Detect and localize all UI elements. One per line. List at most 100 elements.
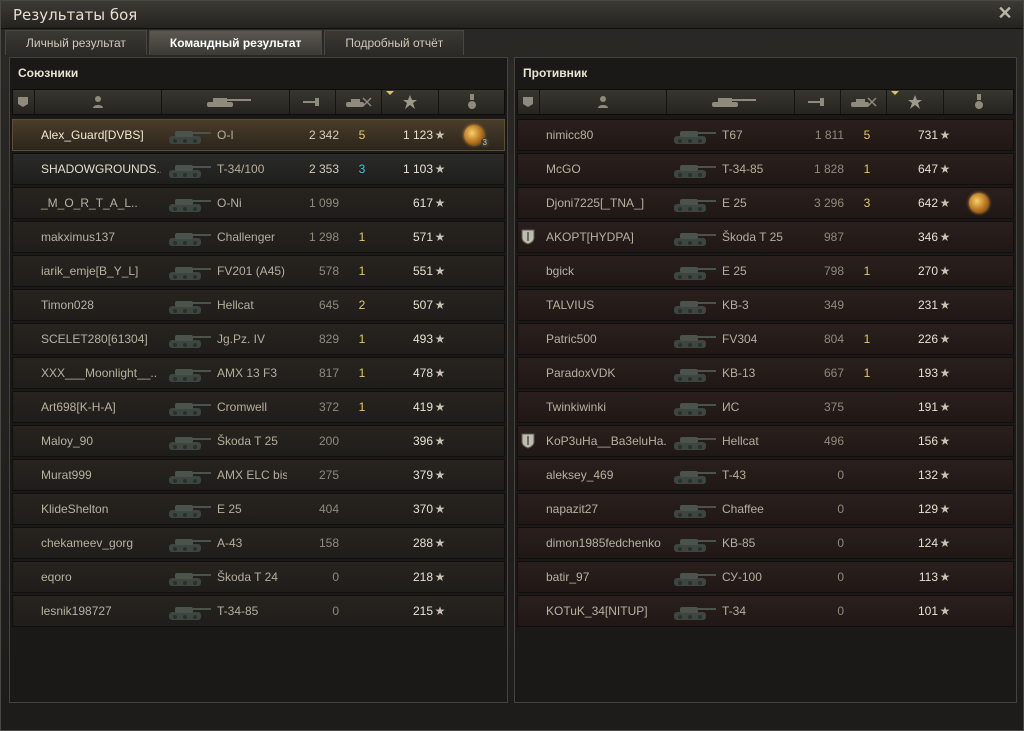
player-name[interactable]: Twinkiwinki: [538, 392, 666, 422]
player-row[interactable]: XXX___Moonlight__.. AMX 13 F3 817 1 478 ★: [12, 357, 505, 389]
medal-icon[interactable]: [439, 90, 504, 114]
player-row[interactable]: Alex_Guard[DVBS] O-I 2 342 5 1 123 ★ 3: [12, 119, 505, 151]
sort-arrow-icon: [385, 91, 394, 95]
player-row[interactable]: KoP3uHa__Ba3eluHa.. Hellcat 496 156 ★: [517, 425, 1014, 457]
player-name[interactable]: KlideShelton: [33, 494, 161, 524]
tank-icon[interactable]: [667, 90, 795, 114]
player-row[interactable]: chekameev_gorg A-43 158 288 ★: [12, 527, 505, 559]
player-name[interactable]: _M_O_R_T_A_L..: [33, 188, 161, 218]
player-name[interactable]: AKOPT[HYDPA]: [538, 222, 666, 252]
xp-value: 379: [412, 468, 433, 482]
player-row[interactable]: TALVIUS KB-3 349 231 ★: [517, 289, 1014, 321]
player-row[interactable]: McGO T-34-85 1 828 1 647 ★: [517, 153, 1014, 185]
player-name[interactable]: nimicc80: [538, 120, 666, 150]
player-name[interactable]: ParadoxVDK: [538, 358, 666, 388]
player-row[interactable]: nimicc80 T67 1 811 5 731 ★: [517, 119, 1014, 151]
player-row[interactable]: SCELET280[61304] Jg.Pz. IV 829 1 493 ★: [12, 323, 505, 355]
xp-star-icon[interactable]: [887, 90, 945, 114]
player-name[interactable]: Alex_Guard[DVBS]: [33, 120, 161, 150]
kills-icon[interactable]: [841, 90, 887, 114]
player-row[interactable]: batir_97 СУ-100 0 113 ★: [517, 561, 1014, 593]
damage-value: 2 353: [308, 162, 339, 176]
tank-icon[interactable]: [162, 90, 290, 114]
player-name[interactable]: chekameev_gorg: [33, 528, 161, 558]
kills-value: [347, 460, 377, 490]
player-row[interactable]: ParadoxVDK KB-13 667 1 193 ★: [517, 357, 1014, 389]
player-name[interactable]: SHADOWGROUNDS..: [33, 154, 161, 184]
player-row[interactable]: Djoni7225[_TNA_] E 25 3 296 3 642 ★: [517, 187, 1014, 219]
player-name[interactable]: eqoro: [33, 562, 161, 592]
tank-silhouette-icon: [169, 199, 211, 212]
player-name[interactable]: McGO: [538, 154, 666, 184]
tank-image: [666, 154, 718, 184]
player-icon[interactable]: [35, 90, 163, 114]
player-icon[interactable]: [540, 90, 668, 114]
player-name[interactable]: batir_97: [538, 562, 666, 592]
player-row[interactable]: KOTuK_34[NITUP] T-34 0 101 ★: [517, 595, 1014, 627]
tab-team-result[interactable]: Командный результат: [148, 30, 323, 55]
tank-image: [161, 324, 213, 354]
player-name[interactable]: dimon1985fedchenko: [538, 528, 666, 558]
player-row[interactable]: Murat999 AMX ELC bis 275 379 ★: [12, 459, 505, 491]
medal-icon[interactable]: [944, 90, 1013, 114]
player-row[interactable]: Twinkiwinki ИС 375 191 ★: [517, 391, 1014, 423]
player-row[interactable]: eqoro Škoda T 24 0 218 ★: [12, 561, 505, 593]
player-name[interactable]: aleksey_469: [538, 460, 666, 490]
player-row[interactable]: iarik_emje[B_Y_L] FV201 (A45) 578 1 551 ★: [12, 255, 505, 287]
player-name[interactable]: iarik_emje[B_Y_L]: [33, 256, 161, 286]
player-name[interactable]: Art698[K-H-A]: [33, 392, 161, 422]
player-name[interactable]: TALVIUS: [538, 290, 666, 320]
medal-count: 3: [480, 138, 489, 147]
xp-value: 129: [917, 502, 938, 516]
player-row[interactable]: aleksey_469 T-43 0 132 ★: [517, 459, 1014, 491]
player-row[interactable]: Timon028 Hellcat 645 2 507 ★: [12, 289, 505, 321]
badge-icon[interactable]: [518, 90, 540, 114]
player-name[interactable]: KoP3uHa__Ba3eluHa..: [538, 426, 666, 456]
player-name[interactable]: Murat999: [33, 460, 161, 490]
clan-badge-cell: [13, 528, 33, 558]
player-row[interactable]: _M_O_R_T_A_L.. O-Ni 1 099 617 ★: [12, 187, 505, 219]
player-name[interactable]: Maloy_90: [33, 426, 161, 456]
player-name[interactable]: lesnik198727: [33, 596, 161, 626]
badge-icon[interactable]: [13, 90, 35, 114]
player-name[interactable]: Timon028: [33, 290, 161, 320]
player-row[interactable]: dimon1985fedchenko KB-85 0 124 ★: [517, 527, 1014, 559]
damage-icon[interactable]: [290, 90, 336, 114]
close-icon[interactable]: ✕: [995, 3, 1015, 23]
player-row[interactable]: KlideShelton E 25 404 370 ★: [12, 493, 505, 525]
player-name[interactable]: bgick: [538, 256, 666, 286]
tab-detailed-report[interactable]: Подробный отчёт: [324, 30, 465, 55]
player-name[interactable]: Patric500: [538, 324, 666, 354]
kills-icon[interactable]: [336, 90, 382, 114]
tab-personal-result[interactable]: Личный результат: [5, 30, 147, 55]
kills-value: 3: [358, 162, 366, 176]
kills-value: [852, 460, 882, 490]
player-name[interactable]: napazit27: [538, 494, 666, 524]
player-row[interactable]: Art698[K-H-A] Cromwell 372 1 419 ★: [12, 391, 505, 423]
tank-image: [161, 256, 213, 286]
tank-silhouette-icon: [674, 403, 716, 416]
tank-image: [666, 528, 718, 558]
player-name[interactable]: SCELET280[61304]: [33, 324, 161, 354]
player-name[interactable]: Djoni7225[_TNA_]: [538, 188, 666, 218]
player-row[interactable]: AKOPT[HYDPA] Škoda T 25 987 346 ★: [517, 221, 1014, 253]
player-name[interactable]: makximus137: [33, 222, 161, 252]
achievement-medal-icon[interactable]: [969, 193, 989, 213]
player-row[interactable]: makximus137 Challenger 1 298 1 571 ★: [12, 221, 505, 253]
player-row[interactable]: SHADOWGROUNDS.. T-34/100 2 353 3 1 103 ★: [12, 153, 505, 185]
player-row[interactable]: lesnik198727 T-34-85 0 215 ★: [12, 595, 505, 627]
medal-cell: [447, 494, 501, 524]
star-icon: ★: [939, 604, 951, 618]
medal-cell: [952, 222, 1006, 252]
clan-badge-cell: [13, 426, 33, 456]
player-row[interactable]: bgick E 25 798 1 270 ★: [517, 255, 1014, 287]
player-row[interactable]: napazit27 Chaffee 0 129 ★: [517, 493, 1014, 525]
player-row[interactable]: Maloy_90 Škoda T 25 200 396 ★: [12, 425, 505, 457]
player-name[interactable]: KOTuK_34[NITUP]: [538, 596, 666, 626]
tank-image: [666, 460, 718, 490]
damage-icon[interactable]: [795, 90, 841, 114]
player-name[interactable]: XXX___Moonlight__..: [33, 358, 161, 388]
player-row[interactable]: Patric500 FV304 804 1 226 ★: [517, 323, 1014, 355]
tank-silhouette-icon: [169, 165, 211, 178]
xp-star-icon[interactable]: [382, 90, 440, 114]
